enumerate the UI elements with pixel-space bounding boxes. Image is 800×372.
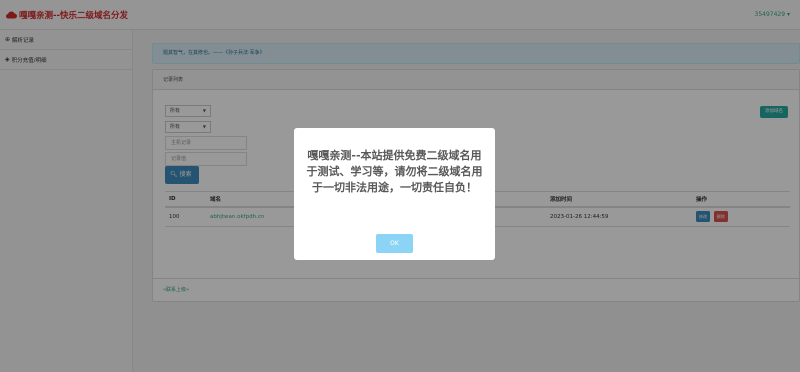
notice-modal: 嘎嘎亲测--本站提供免费二级域名用于测试、学习等，请勿将二级域名用于一切非法用途…	[294, 128, 495, 260]
modal-message: 嘎嘎亲测--本站提供免费二级域名用于测试、学习等，请勿将二级域名用于一切非法用途…	[306, 149, 483, 194]
ok-button[interactable]: OK	[376, 234, 413, 253]
